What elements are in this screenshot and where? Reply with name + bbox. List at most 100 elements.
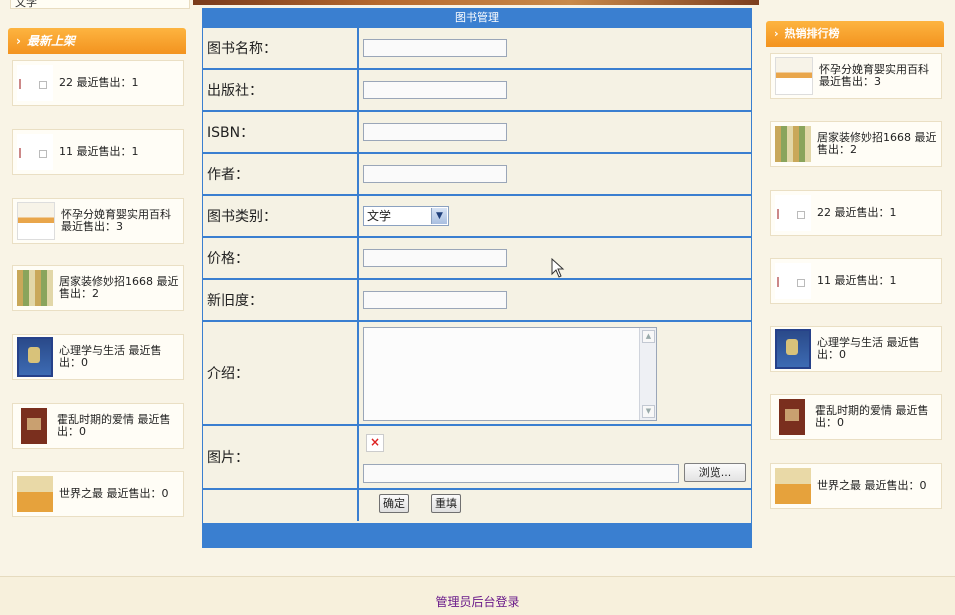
scroll-down-icon[interactable]: ▼ [642,405,655,418]
book-item-text[interactable]: 怀孕分娩育婴实用百科 最近售出：3 [61,209,183,233]
condition-label: 新旧度： [207,293,263,309]
row-author: 作者： [203,154,751,196]
left-sidebar-header: › 最新上架 [8,28,186,54]
book-cover-thumbnail[interactable] [17,337,53,377]
divider [357,490,359,521]
list-item[interactable]: 霍乱时期的爱情 最近售出：0 [770,394,942,440]
price-input[interactable] [363,249,507,267]
book-cover-thumbnail[interactable] [775,126,811,162]
right-sidebar-title: 热销排行榜 [784,27,840,40]
list-item[interactable]: 11 最近售出：1 [12,129,184,175]
page-footer: 管理员后台登录 [0,576,955,615]
chevron-right-icon: › [774,27,779,40]
row-category: 图书类别： 文学 ▼ [203,196,751,238]
row-isbn: ISBN： [203,112,751,154]
book-cover-thumbnail[interactable] [17,134,53,170]
intro-textarea[interactable]: ▲ ▼ [363,327,657,421]
row-condition: 新旧度： [203,280,751,322]
isbn-input[interactable] [363,123,507,141]
row-book-name: 图书名称： [203,28,751,70]
row-intro: 介绍： ▲ ▼ [203,322,751,426]
book-cover-thumbnail[interactable] [17,202,55,240]
row-image: 图片： × 浏览... [203,426,751,490]
author-label: 作者： [207,167,249,183]
book-item-text[interactable]: 居家装修妙招1668 最近售出：2 [817,132,941,156]
book-cover-thumbnail[interactable] [17,270,53,306]
book-item-text[interactable]: 心理学与生活 最近售出：0 [817,337,941,361]
divider [357,280,359,320]
row-price: 价格： [203,238,751,280]
form-footer-bar [202,526,752,548]
price-label: 价格： [207,251,249,267]
list-item[interactable]: 22 最近售出：1 [12,60,184,106]
list-item[interactable]: 居家装修妙招1668 最近售出：2 [770,121,942,167]
broken-image-icon: × [366,434,384,452]
row-actions: 确定 重填 [203,490,751,521]
book-name-label: 图书名称： [207,41,277,57]
book-item-text[interactable]: 22 最近售出：1 [59,77,143,89]
divider [357,426,359,488]
publisher-label: 出版社： [207,83,263,99]
book-cover-thumbnail[interactable] [17,65,53,101]
divider [357,238,359,278]
book-cover-thumbnail[interactable] [21,408,47,444]
list-item[interactable]: 心理学与生活 最近售出：0 [12,334,184,380]
intro-label: 介绍： [207,366,249,382]
divider [357,322,359,424]
book-item-text[interactable]: 世界之最 最近售出：0 [817,480,931,492]
publisher-input[interactable] [363,81,507,99]
book-cover-thumbnail[interactable] [775,57,813,95]
book-cover-thumbnail[interactable] [775,195,811,231]
list-item[interactable]: 心理学与生活 最近售出：0 [770,326,942,372]
book-item-text[interactable]: 居家装修妙招1668 最近售出：2 [59,276,183,300]
book-item-text[interactable]: 22 最近售出：1 [817,207,901,219]
list-item[interactable]: 霍乱时期的爱情 最近售出：0 [12,403,184,449]
list-item[interactable]: 怀孕分娩育婴实用百科 最近售出：3 [770,53,942,99]
book-management-form: 图书管理 图书名称： 出版社： ISBN： 作者： 图书类别： 文学 ▼ 价格：… [202,8,752,548]
book-cover-thumbnail[interactable] [775,468,811,504]
chevron-down-icon[interactable]: ▼ [431,208,447,224]
divider [357,196,359,236]
book-cover-thumbnail[interactable] [775,329,811,369]
left-top-category-label[interactable]: 文学 [10,0,190,9]
left-sidebar-new-arrivals: › 最新上架 22 最近售出：1 11 最近售出：1 怀孕分娩育婴实用百科 最近售… [8,28,186,540]
book-cover-thumbnail[interactable] [17,476,53,512]
row-publisher: 出版社： [203,70,751,112]
book-cover-thumbnail[interactable] [779,399,805,435]
category-select[interactable]: 文学 ▼ [363,206,449,226]
list-item[interactable]: 22 最近售出：1 [770,190,942,236]
submit-button[interactable]: 确定 [379,494,409,513]
left-sidebar-title: 最新上架 [26,34,75,48]
form-body: 图书名称： 出版社： ISBN： 作者： 图书类别： 文学 ▼ 价格： 新旧度：… [203,28,751,523]
scroll-up-icon[interactable]: ▲ [642,330,655,343]
browse-button[interactable]: 浏览... [684,463,746,482]
book-item-text[interactable]: 11 最近售出：1 [817,275,901,287]
page: 文学 › 最新上架 22 最近售出：1 11 最近售出：1 怀孕分娩育婴实用百科 … [0,0,955,615]
image-file-path-input[interactable] [363,464,679,483]
book-item-text[interactable]: 11 最近售出：1 [59,146,143,158]
book-item-text[interactable]: 霍乱时期的爱情 最近售出：0 [57,414,183,438]
list-item[interactable]: 世界之最 最近售出：0 [770,463,942,509]
textarea-scrollbar[interactable]: ▲ ▼ [639,328,656,420]
divider [357,70,359,110]
book-cover-thumbnail[interactable] [775,263,811,299]
chevron-right-icon: › [16,34,21,48]
list-item[interactable]: 世界之最 最近售出：0 [12,471,184,517]
book-item-text[interactable]: 世界之最 最近售出：0 [59,488,173,500]
list-item[interactable]: 11 最近售出：1 [770,258,942,304]
admin-login-link[interactable]: 管理员后台登录 [0,593,955,610]
top-banner [193,0,759,5]
category-selected-value: 文学 [367,209,392,223]
book-item-text[interactable]: 怀孕分娩育婴实用百科 最近售出：3 [819,64,941,88]
list-item[interactable]: 居家装修妙招1668 最近售出：2 [12,265,184,311]
author-input[interactable] [363,165,507,183]
condition-input[interactable] [363,291,507,309]
divider [357,154,359,194]
list-item[interactable]: 怀孕分娩育婴实用百科 最近售出：3 [12,198,184,244]
book-item-text[interactable]: 心理学与生活 最近售出：0 [59,345,183,369]
reset-button[interactable]: 重填 [431,494,461,513]
isbn-label: ISBN： [207,125,255,141]
book-name-input[interactable] [363,39,507,57]
book-item-text[interactable]: 霍乱时期的爱情 最近售出：0 [815,405,941,429]
divider [357,28,359,68]
